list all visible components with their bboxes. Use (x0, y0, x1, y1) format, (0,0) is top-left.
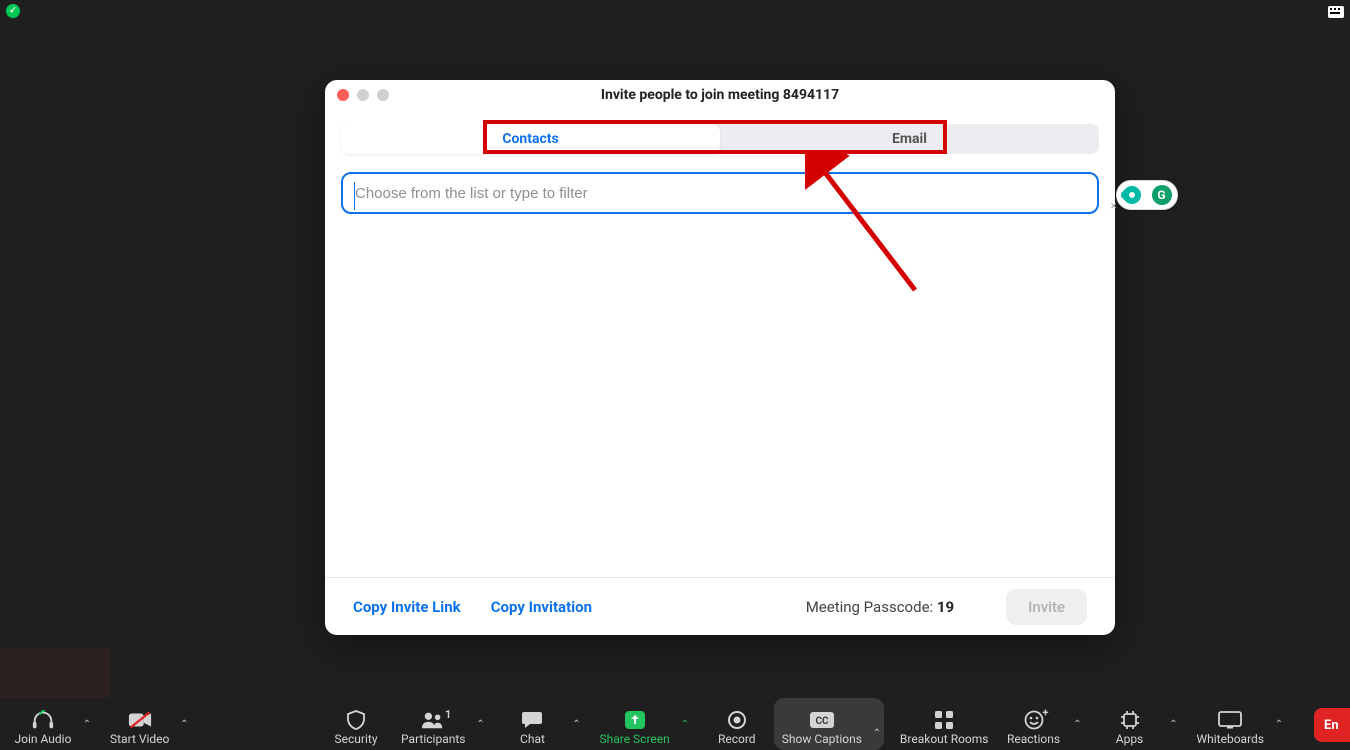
join-audio-button[interactable]: Join Audio (6, 698, 80, 750)
record-button[interactable]: Record (700, 698, 774, 750)
meeting-info-shield-icon[interactable] (6, 4, 20, 18)
whiteboards-menu-caret[interactable]: ⌃ (1272, 719, 1286, 730)
chat-menu-caret[interactable]: ⌃ (569, 719, 583, 730)
join-audio-label: Join Audio (15, 732, 72, 746)
text-cursor-indicator (354, 182, 355, 210)
reactions-label: Reactions (1007, 732, 1060, 746)
start-video-label: Start Video (110, 732, 169, 746)
whiteboards-label: Whiteboards (1197, 732, 1265, 746)
chat-bubble-icon (520, 710, 544, 730)
share-screen-label: Share Screen (599, 732, 669, 746)
copy-invite-link-button[interactable]: Copy Invite Link (353, 598, 461, 616)
tab-email[interactable]: Email (720, 124, 1099, 154)
contacts-list-area (325, 214, 1115, 577)
apps-button[interactable]: Apps (1093, 698, 1167, 750)
start-video-menu-caret[interactable]: ⌃ (177, 719, 191, 730)
reactions-menu-caret[interactable]: ⌃ (1071, 719, 1085, 730)
chat-button[interactable]: Chat (495, 698, 569, 750)
show-captions-menu-caret[interactable]: ⌃ (870, 698, 884, 750)
apps-label: Apps (1116, 732, 1144, 746)
passcode-value: 19 (937, 598, 954, 616)
passcode-label: Meeting Passcode: (806, 598, 937, 616)
breakout-rooms-icon (932, 710, 956, 730)
dialog-title: Invite people to join meeting 8494117 (325, 87, 1115, 103)
svg-text:CC: CC (815, 716, 829, 727)
meeting-passcode: Meeting Passcode: 19 (806, 598, 954, 616)
copy-invitation-button[interactable]: Copy Invitation (491, 598, 592, 616)
share-screen-icon (623, 710, 647, 730)
show-captions-label: Show Captions (782, 732, 862, 746)
participants-count: 1 (445, 708, 451, 721)
contact-filter-input[interactable] (341, 172, 1099, 214)
reactions-button[interactable]: + Reactions (997, 698, 1071, 750)
share-screen-button[interactable]: Share Screen (591, 698, 677, 750)
participants-icon: 1 (421, 710, 445, 730)
meeting-toolbar: Join Audio ⌃ Start Video ⌃ Security 1 Pa… (0, 698, 1350, 750)
dialog-titlebar: Invite people to join meeting 8494117 (325, 80, 1115, 110)
share-screen-menu-caret[interactable]: ⌃ (678, 719, 692, 730)
assistant-bulb-icon (1119, 182, 1144, 207)
participants-label: Participants (401, 732, 465, 746)
security-button[interactable]: Security (319, 698, 393, 750)
floating-widget-dismiss[interactable]: ✕ (1110, 202, 1118, 212)
smiley-icon: + (1022, 710, 1046, 730)
record-icon (725, 710, 749, 730)
chat-label: Chat (520, 732, 545, 746)
grammarly-icon: G (1152, 185, 1172, 205)
tab-contacts[interactable]: Contacts (341, 124, 720, 154)
invite-button[interactable]: Invite (1006, 589, 1087, 625)
security-label: Security (335, 732, 378, 746)
start-video-button[interactable]: Start Video (102, 698, 177, 750)
record-label: Record (718, 732, 756, 746)
end-meeting-button[interactable]: En (1314, 708, 1350, 742)
breakout-rooms-label: Breakout Rooms (900, 732, 989, 746)
shield-icon (344, 710, 368, 730)
closed-captions-icon: CC (810, 710, 834, 730)
participants-button[interactable]: 1 Participants (393, 698, 473, 750)
apps-menu-caret[interactable]: ⌃ (1167, 719, 1181, 730)
participants-menu-caret[interactable]: ⌃ (473, 719, 487, 730)
breakout-rooms-button[interactable]: Breakout Rooms (892, 698, 997, 750)
join-audio-menu-caret[interactable]: ⌃ (80, 719, 94, 730)
video-off-icon (128, 710, 152, 730)
invite-dialog: Invite people to join meeting 8494117 Co… (325, 80, 1115, 635)
invite-tab-switcher: Contacts Email (341, 124, 1099, 154)
apps-icon (1118, 710, 1142, 730)
video-thumbnail-placeholder (0, 648, 110, 698)
whiteboards-button[interactable]: Whiteboards (1189, 698, 1273, 750)
floating-assistant-widget[interactable]: G (1116, 180, 1178, 210)
show-captions-button[interactable]: CC Show Captions (774, 698, 870, 750)
headphones-icon (31, 710, 55, 730)
keyboard-icon (1328, 6, 1344, 18)
whiteboard-icon (1218, 710, 1242, 730)
dialog-footer: Copy Invite Link Copy Invitation Meeting… (325, 577, 1115, 635)
